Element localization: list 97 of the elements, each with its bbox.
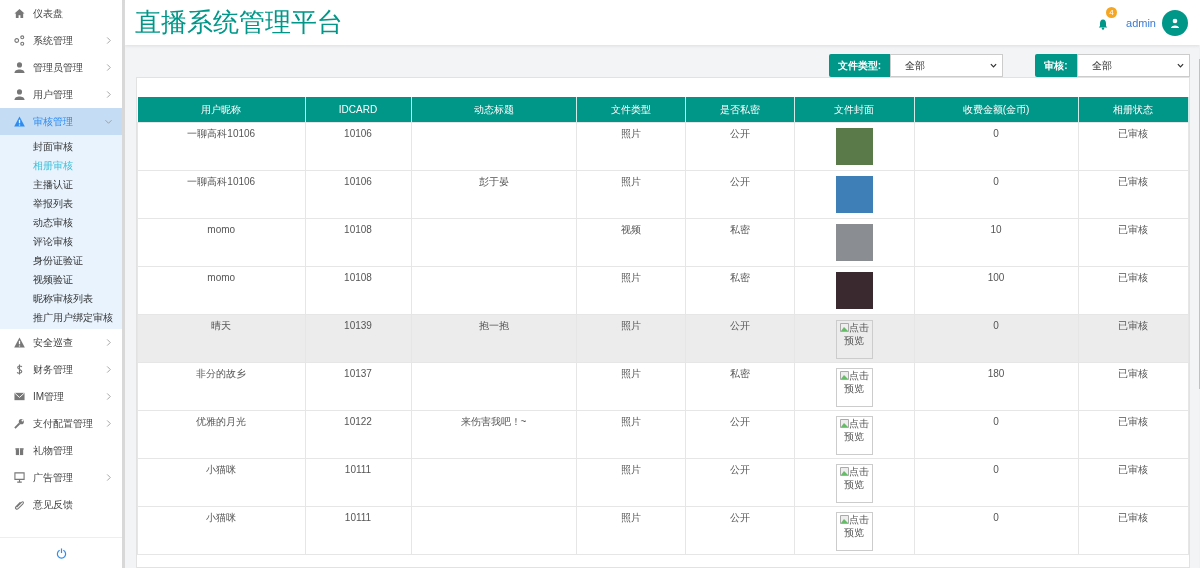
table-cell: 0 [993, 128, 999, 140]
table-cell: 公开 [729, 176, 750, 188]
filter-label: 审核: [1035, 54, 1077, 77]
sidebar-item[interactable]: 系统管理 [0, 27, 122, 54]
table-cell: 照片 [620, 464, 641, 476]
table-cell: 0 [993, 464, 999, 476]
table-cell: 私密 [729, 224, 750, 236]
table-cell: 小猫咪 [206, 512, 237, 524]
submenu-item[interactable]: 身份证验证 [0, 251, 122, 270]
table-cell: 一聊高科10106 [187, 128, 256, 140]
table-cell: 私密 [729, 368, 750, 380]
column-header[interactable]: IDCARD [305, 97, 411, 123]
table-cell: 抱一抱 [478, 320, 509, 332]
table-cell: 视频 [620, 224, 641, 236]
sidebar-item[interactable]: 安全巡查 [0, 329, 122, 356]
table-cell: 照片 [620, 272, 641, 284]
table-cell: 10139 [344, 320, 372, 332]
table-cell: 公开 [729, 512, 750, 524]
broken-image[interactable]: 点击预览 [835, 416, 873, 455]
table-cell: 照片 [620, 512, 641, 524]
table-cell: 已审核 [1118, 128, 1148, 140]
table-cell: 10137 [344, 368, 372, 380]
dropdown[interactable]: 全部 [890, 54, 1004, 77]
submenu-item[interactable]: 动态审核 [0, 213, 122, 232]
table-cell: 180 [987, 368, 1005, 380]
column-header[interactable]: 动态标题 [411, 97, 576, 123]
table-cell: 10 [990, 224, 1002, 236]
column-header[interactable]: 文件类型 [576, 97, 685, 123]
table-cell: 10108 [344, 224, 372, 236]
table-cell: 来伤害我吧！~ [460, 416, 527, 428]
table-cell: 10111 [344, 512, 372, 524]
broken-image[interactable]: 点击预览 [835, 464, 873, 503]
table-cell: 0 [993, 176, 999, 188]
submenu-item[interactable]: 昵称审核列表 [0, 289, 122, 308]
table-cell: 0 [993, 416, 999, 428]
table-cell: 10106 [344, 128, 372, 140]
table-cell: momo [207, 272, 236, 284]
submenu-item[interactable]: 主播认证 [0, 175, 122, 194]
app-title: 直播系统管理平台 [135, 6, 344, 39]
username-link[interactable]: admin [1126, 16, 1156, 29]
submenu-item[interactable]: 封面审核 [0, 137, 122, 156]
broken-image[interactable]: 点击预览 [835, 368, 873, 407]
table-cell: 已审核 [1118, 224, 1148, 236]
table-cell: 已审核 [1118, 512, 1148, 524]
table-cell: 10106 [344, 176, 372, 188]
sidebar-item[interactable]: 广告管理 [0, 464, 122, 491]
table-cell: 公开 [729, 464, 750, 476]
dropdown[interactable]: 全部 [1076, 54, 1190, 77]
submenu-item[interactable]: 推广用户绑定审核 [0, 308, 122, 327]
table-cell: 已审核 [1118, 272, 1148, 284]
column-header[interactable]: 收费金额(金币) [914, 97, 1078, 123]
table-cell: 公开 [729, 128, 750, 140]
submenu-item[interactable]: 评论审核 [0, 232, 122, 251]
submenu-item[interactable]: 举报列表 [0, 194, 122, 213]
table-cell: 照片 [620, 416, 641, 428]
column-header[interactable]: 相册状态 [1078, 97, 1188, 123]
broken-image[interactable]: 点击预览 [835, 512, 873, 551]
table-cell: 已审核 [1118, 176, 1148, 188]
column-header[interactable]: 文件封面 [794, 97, 914, 123]
sidebar-item[interactable]: 支付配置管理 [0, 410, 122, 437]
table-cell: 一聊高科10106 [187, 176, 256, 188]
table-cell: 已审核 [1118, 320, 1148, 332]
table-cell: 彭于晏 [478, 176, 509, 188]
broken-image[interactable]: 点击预览 [835, 320, 873, 359]
table-cell: 照片 [620, 176, 641, 188]
table-cell: 0 [993, 512, 999, 524]
table-cell: 10122 [344, 416, 372, 428]
table-cell: 10108 [344, 272, 372, 284]
table-cell: 已审核 [1118, 464, 1148, 476]
table-cell: 非分的故乡 [196, 368, 247, 380]
sidebar-item[interactable]: 用户管理 [0, 81, 122, 108]
table-cell: 私密 [729, 272, 750, 284]
filter-label: 文件类型: [828, 54, 891, 77]
column-header[interactable]: 是否私密 [685, 97, 794, 123]
table-cell: 已审核 [1118, 416, 1148, 428]
table-cell: 照片 [620, 320, 641, 332]
table-cell: 10111 [344, 464, 372, 476]
table-cell: 公开 [729, 320, 750, 332]
sidebar-item[interactable]: 财务管理 [0, 356, 122, 383]
table-cell: 100 [987, 272, 1005, 284]
table-cell: 公开 [729, 416, 750, 428]
sidebar-item[interactable]: 管理员管理 [0, 54, 122, 81]
notification-badge: 4 [1106, 6, 1118, 18]
table-cell: 照片 [620, 368, 641, 380]
table-cell: 小猫咪 [206, 464, 237, 476]
table-cell: 照片 [620, 128, 641, 140]
table-cell: 优雅的月光 [196, 416, 247, 428]
column-header[interactable]: 用户昵称 [137, 97, 305, 123]
submenu-item[interactable]: 视频验证 [0, 270, 122, 289]
sidebar-item[interactable]: 仪表盘 [0, 0, 122, 27]
sidebar-item[interactable]: IM管理 [0, 383, 122, 410]
sidebar-item[interactable]: 意见反馈 [0, 491, 122, 518]
table-cell: 0 [993, 320, 999, 332]
table-cell: momo [207, 224, 236, 236]
sidebar-item[interactable]: 礼物管理 [0, 437, 122, 464]
table-cell: 已审核 [1118, 368, 1148, 380]
table-cell: 晴天 [211, 320, 232, 332]
